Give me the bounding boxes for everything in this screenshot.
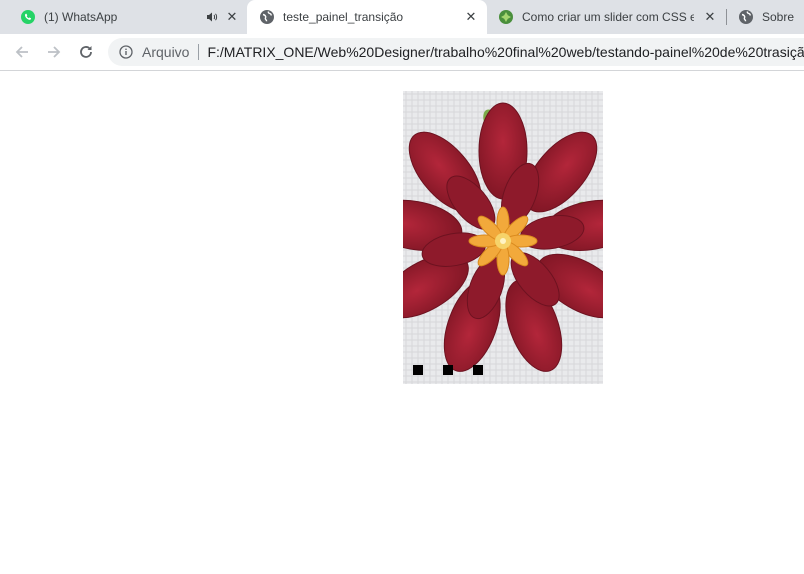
page-viewport bbox=[0, 71, 804, 574]
tab-sobre[interactable]: Sobre bbox=[727, 0, 804, 34]
speaker-icon[interactable] bbox=[204, 9, 220, 25]
tab-title: teste_painel_transição bbox=[283, 10, 404, 24]
tab-strip: (1) WhatsApp ✕ teste_painel_transição ✕ … bbox=[0, 0, 804, 34]
forward-button[interactable] bbox=[42, 40, 66, 64]
close-icon[interactable]: ✕ bbox=[463, 9, 479, 25]
globe-icon bbox=[259, 9, 275, 25]
url-text: F:/MATRIX_ONE/Web%20Designer/trabalho%20… bbox=[207, 44, 804, 60]
slider-dot-1[interactable] bbox=[413, 365, 423, 375]
tab-title: Como criar um slider com CSS e bbox=[522, 10, 694, 24]
toolbar: Arquivo F:/MATRIX_ONE/Web%20Designer/tra… bbox=[0, 34, 804, 71]
site-icon bbox=[498, 9, 514, 25]
globe-icon bbox=[738, 9, 754, 25]
tab-whatsapp[interactable]: (1) WhatsApp ✕ bbox=[0, 0, 247, 34]
tab-teste-painel[interactable]: teste_painel_transição ✕ bbox=[247, 0, 487, 34]
crochet-flower-image bbox=[403, 91, 603, 384]
slider-dot-3[interactable] bbox=[473, 365, 483, 375]
back-button[interactable] bbox=[10, 40, 34, 64]
whatsapp-icon bbox=[20, 9, 36, 25]
back-arrow-icon bbox=[15, 46, 28, 58]
reload-button[interactable] bbox=[74, 40, 98, 64]
forward-arrow-icon bbox=[48, 46, 61, 58]
info-icon[interactable] bbox=[118, 44, 134, 60]
close-icon[interactable]: ✕ bbox=[224, 9, 240, 25]
omnibox-divider bbox=[198, 44, 200, 60]
reload-icon bbox=[80, 46, 92, 58]
security-chip-label: Arquivo bbox=[142, 44, 190, 60]
tab-slider-css[interactable]: Como criar um slider com CSS e ✕ bbox=[487, 0, 725, 34]
tab-title: Sobre bbox=[762, 10, 795, 24]
close-icon[interactable]: ✕ bbox=[702, 9, 718, 25]
slider-dot-2[interactable] bbox=[443, 365, 453, 375]
image-slider bbox=[403, 91, 603, 384]
tab-title: (1) WhatsApp bbox=[44, 10, 118, 24]
address-bar[interactable]: Arquivo F:/MATRIX_ONE/Web%20Designer/tra… bbox=[108, 38, 804, 66]
